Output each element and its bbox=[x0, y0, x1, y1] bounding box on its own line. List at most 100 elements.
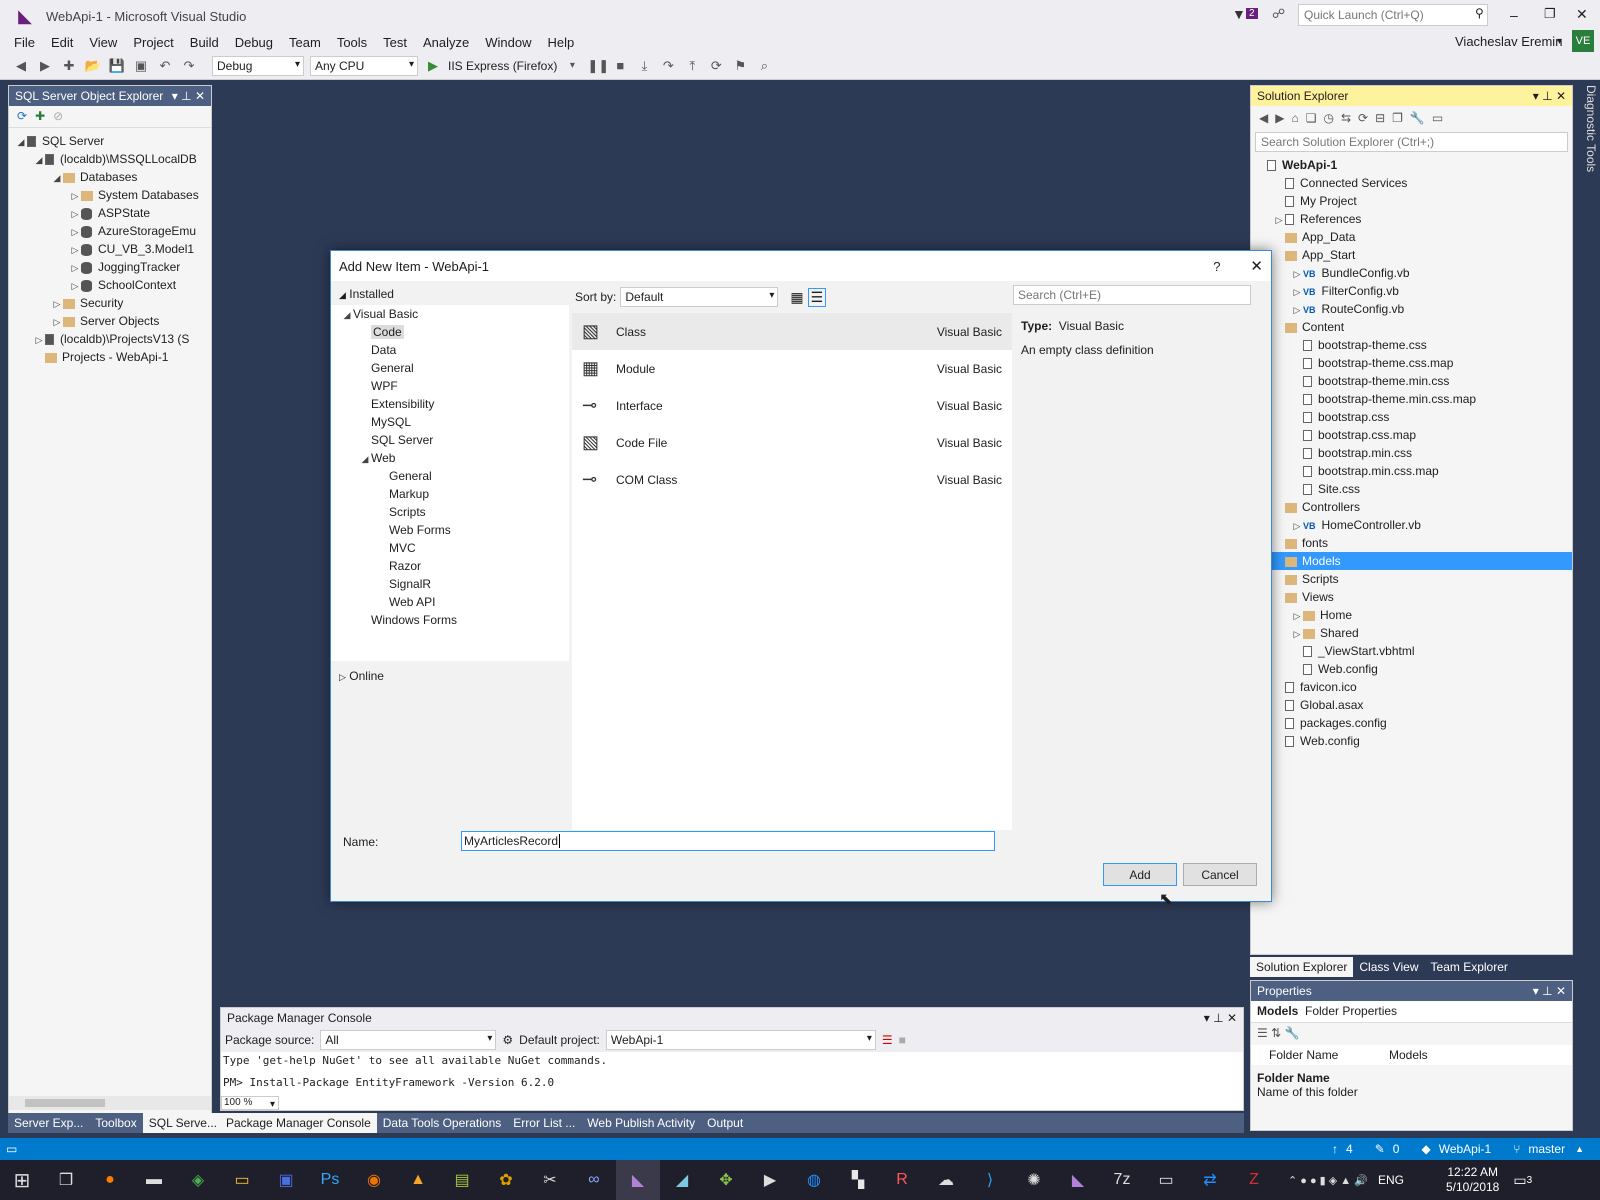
7zip-icon[interactable]: 7z bbox=[1100, 1160, 1144, 1200]
tree-item[interactable]: Views bbox=[1251, 588, 1572, 606]
forward-icon[interactable]: ▶ bbox=[1275, 111, 1284, 127]
branch-name[interactable]: master bbox=[1528, 1142, 1565, 1156]
tools-icon[interactable]: ✂ bbox=[528, 1160, 572, 1200]
history-icon[interactable]: ◷ bbox=[1323, 111, 1333, 127]
task-view-icon[interactable]: ❒ bbox=[44, 1160, 88, 1200]
tree-item[interactable]: fonts bbox=[1251, 534, 1572, 552]
run-dropdown-icon[interactable]: ▾ bbox=[563, 60, 581, 71]
expanded-arrow-icon[interactable]: ◢ bbox=[359, 450, 371, 467]
collapsed-arrow-icon[interactable]: ▷ bbox=[69, 277, 81, 294]
tree-item[interactable]: ◢ (localdb)\MSSQLLocalDB bbox=[9, 150, 211, 168]
expanded-arrow-icon[interactable]: ◢ bbox=[15, 133, 27, 150]
help-button[interactable]: ? bbox=[1213, 259, 1220, 274]
collapsed-arrow-icon[interactable]: ▷ bbox=[69, 187, 81, 204]
template-row[interactable]: ▧ Code File Visual Basic bbox=[572, 424, 1012, 461]
puzzle-app-icon[interactable]: ✥ bbox=[704, 1160, 748, 1200]
find-icon[interactable]: ⌕ bbox=[755, 58, 773, 74]
collapsed-arrow-icon[interactable]: ▷ bbox=[1291, 607, 1303, 624]
grid-view-icon[interactable]: ▦ bbox=[790, 289, 803, 306]
save-all-icon[interactable]: ▣ bbox=[132, 58, 150, 74]
tree-item[interactable]: ◢ SQL Server bbox=[9, 132, 211, 150]
template-row[interactable]: ▦ Module Visual Basic bbox=[572, 350, 1012, 387]
quick-launch-input[interactable]: Quick Launch (Ctrl+Q) bbox=[1298, 4, 1488, 26]
video-app-icon[interactable]: ▶ bbox=[748, 1160, 792, 1200]
menu-help[interactable]: Help bbox=[540, 35, 583, 50]
notepad-icon[interactable]: ▭ bbox=[1144, 1160, 1188, 1200]
gear-app-icon[interactable]: ✺ bbox=[1012, 1160, 1056, 1200]
tree-item[interactable]: bootstrap.css bbox=[1251, 408, 1572, 426]
clear-console-icon[interactable]: ☰ bbox=[882, 1033, 893, 1047]
platform-select[interactable]: Any CPU bbox=[310, 55, 418, 76]
tab-class-view[interactable]: Class View bbox=[1353, 960, 1424, 974]
photoshop-icon[interactable]: Ps bbox=[308, 1160, 352, 1200]
menu-debug[interactable]: Debug bbox=[227, 35, 281, 50]
collapse-icon[interactable]: ⊟ bbox=[1375, 111, 1385, 127]
package-source-select[interactable]: All bbox=[320, 1030, 497, 1050]
minimize-button[interactable]: – bbox=[1510, 7, 1518, 23]
template-search-input[interactable]: Search (Ctrl+E) bbox=[1013, 285, 1251, 305]
collapsed-arrow-icon[interactable]: ▷ bbox=[69, 205, 81, 222]
tree-item[interactable]: Web.config bbox=[1251, 660, 1572, 678]
menu-team[interactable]: Team bbox=[281, 35, 329, 50]
property-value[interactable]: Models bbox=[1389, 1045, 1428, 1065]
tree-item[interactable]: bootstrap.min.css bbox=[1251, 444, 1572, 462]
panel-controls-icon[interactable]: ▾ ⊥ ✕ bbox=[1533, 89, 1566, 103]
sort-select[interactable]: Default bbox=[620, 287, 779, 307]
collapsed-arrow-icon[interactable]: ▷ bbox=[1291, 301, 1303, 318]
tree-item[interactable]: ▷ VB BundleConfig.vb bbox=[1251, 264, 1572, 282]
tree-item[interactable]: Connected Services bbox=[1251, 174, 1572, 192]
tree-item[interactable]: SignalR bbox=[331, 575, 569, 593]
template-row[interactable]: ⊸ Interface Visual Basic bbox=[572, 387, 1012, 424]
tab-solution-explorer[interactable]: Solution Explorer bbox=[1250, 957, 1354, 977]
name-input[interactable]: MyArticlesRecord bbox=[461, 831, 995, 851]
collapsed-arrow-icon[interactable]: ▷ bbox=[69, 259, 81, 276]
visual-studio-icon[interactable]: ◣ bbox=[616, 1160, 660, 1200]
tree-item[interactable]: ▷ VB RouteConfig.vb bbox=[1251, 300, 1572, 318]
save-icon[interactable]: 💾 bbox=[108, 58, 126, 74]
tree-item[interactable]: ▷ CU_VB_3.Model1 bbox=[9, 240, 211, 258]
tree-item[interactable]: Content bbox=[1251, 318, 1572, 336]
tree-item[interactable]: MVC bbox=[331, 539, 569, 557]
step-out-icon[interactable]: ⤒ bbox=[683, 58, 701, 74]
tree-item[interactable]: bootstrap-theme.css.map bbox=[1251, 354, 1572, 372]
menu-analyze[interactable]: Analyze bbox=[415, 35, 477, 50]
restore-button[interactable]: ❐ bbox=[1544, 6, 1556, 22]
tab-package-manager-console[interactable]: Package Manager Console bbox=[220, 1113, 377, 1133]
tree-item[interactable]: ▷ AzureStorageEmu bbox=[9, 222, 211, 240]
menu-edit[interactable]: Edit bbox=[43, 35, 81, 50]
console-output[interactable]: Type 'get-help NuGet' to see all availab… bbox=[221, 1052, 1243, 1092]
tree-item[interactable]: ▷ Security bbox=[9, 294, 211, 312]
tree-item[interactable]: bootstrap.css.map bbox=[1251, 426, 1572, 444]
forward-icon[interactable]: ▶ bbox=[36, 58, 54, 74]
menu-test[interactable]: Test bbox=[375, 35, 415, 50]
tree-item[interactable]: Web Forms bbox=[331, 521, 569, 539]
refresh-icon[interactable]: ⟳ bbox=[1358, 111, 1368, 127]
commits-count[interactable]: 4 bbox=[1346, 1142, 1353, 1156]
property-pages-icon[interactable]: 🔧 bbox=[1285, 1026, 1300, 1040]
visual-studio-2-icon[interactable]: ◣ bbox=[1056, 1160, 1100, 1200]
stop-icon[interactable]: ■ bbox=[899, 1033, 906, 1047]
chart-app-icon[interactable]: ▤ bbox=[440, 1160, 484, 1200]
properties-icon[interactable]: 🔧 bbox=[1410, 111, 1425, 127]
tree-item[interactable]: Razor bbox=[331, 557, 569, 575]
file-explorer-icon[interactable]: ▭ bbox=[220, 1160, 264, 1200]
tree-item[interactable]: Extensibility bbox=[331, 395, 569, 413]
list-view-icon[interactable]: ☰ bbox=[807, 287, 827, 307]
collapsed-arrow-icon[interactable]: ▷ bbox=[1291, 265, 1303, 282]
tree-item[interactable]: App_Data bbox=[1251, 228, 1572, 246]
menu-view[interactable]: View bbox=[81, 35, 125, 50]
tree-item[interactable]: ▷ (localdb)\ProjectsV13 (S bbox=[9, 330, 211, 348]
configuration-select[interactable]: Debug bbox=[212, 55, 304, 76]
user-name[interactable]: Viacheslav Eremin bbox=[1455, 34, 1562, 49]
tree-item[interactable]: General bbox=[331, 467, 569, 485]
pause-icon[interactable]: ❚❚ bbox=[587, 58, 609, 74]
disconnect-icon[interactable]: ⊘ bbox=[53, 109, 63, 124]
user-dropdown-icon[interactable]: ▾ bbox=[1557, 36, 1562, 47]
solution-search-input[interactable]: Search Solution Explorer (Ctrl+;) bbox=[1255, 132, 1568, 152]
refresh-icon[interactable]: ⟳ bbox=[707, 58, 725, 74]
alphabetical-icon[interactable]: ⇅ bbox=[1271, 1026, 1281, 1040]
home-icon[interactable]: ⌂ bbox=[1291, 111, 1298, 127]
save-app-icon[interactable]: ▣ bbox=[264, 1160, 308, 1200]
menu-project[interactable]: Project bbox=[125, 35, 181, 50]
tree-item[interactable]: Data bbox=[331, 341, 569, 359]
